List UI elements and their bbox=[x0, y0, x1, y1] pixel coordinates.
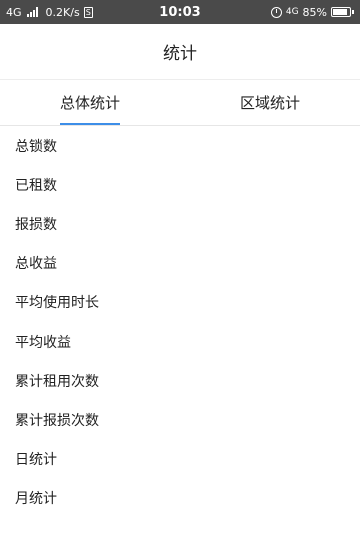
alarm-icon bbox=[270, 6, 282, 18]
signal-icon bbox=[26, 7, 38, 17]
list-item-total-locks[interactable]: 总锁数 bbox=[0, 126, 360, 165]
list-item-total-revenue[interactable]: 总收益 bbox=[0, 244, 360, 283]
tab-overall-stats[interactable]: 总体统计 bbox=[0, 80, 180, 125]
page-title: 统计 bbox=[163, 44, 197, 64]
tab-label: 总体统计 bbox=[59, 94, 120, 112]
list-item-label: 累计报损次数 bbox=[15, 412, 99, 429]
list-item-damaged-count[interactable]: 报损数 bbox=[0, 204, 360, 243]
title-bar: 统计 bbox=[0, 24, 360, 80]
battery-percent: 85% bbox=[302, 5, 327, 19]
network-type: 4G bbox=[6, 5, 22, 19]
list-item-label: 已租数 bbox=[15, 177, 57, 194]
sim-badge: S bbox=[83, 6, 93, 18]
tab-region-stats[interactable]: 区域统计 bbox=[180, 80, 360, 125]
battery-icon bbox=[331, 7, 354, 17]
tab-label: 区域统计 bbox=[239, 94, 300, 112]
list-item-cumulative-rentals[interactable]: 累计租用次数 bbox=[0, 361, 360, 400]
status-right: 4G 85% bbox=[270, 5, 354, 19]
network-type-right: 4G bbox=[285, 7, 299, 17]
battery-fill bbox=[333, 9, 347, 15]
status-left: 4G 0.2K/s S bbox=[6, 6, 93, 19]
list-item-cumulative-damage-reports[interactable]: 累计报损次数 bbox=[0, 400, 360, 439]
network-speed: 0.2K/s bbox=[45, 5, 80, 19]
status-bar: 4G 0.2K/s S 10:03 4G 85% bbox=[0, 0, 360, 24]
list-item-label: 报损数 bbox=[15, 216, 57, 233]
list-item-avg-revenue[interactable]: 平均收益 bbox=[0, 322, 360, 361]
list-item-label: 总锁数 bbox=[15, 138, 57, 155]
list-item-label: 总收益 bbox=[15, 256, 57, 273]
list-item-label: 平均收益 bbox=[15, 334, 71, 351]
list-item-avg-usage-time[interactable]: 平均使用时长 bbox=[0, 283, 360, 322]
stats-list: 总锁数 已租数 报损数 总收益 平均使用时长 平均收益 累计租用次数 累计报损次… bbox=[0, 126, 360, 518]
list-item-label: 月统计 bbox=[15, 491, 57, 508]
tab-bar: 总体统计 区域统计 bbox=[0, 80, 360, 126]
list-item-monthly-stats[interactable]: 月统计 bbox=[0, 479, 360, 518]
list-item-label: 日统计 bbox=[15, 452, 57, 469]
list-item-label: 累计租用次数 bbox=[15, 373, 99, 390]
list-item-label: 平均使用时长 bbox=[15, 295, 99, 312]
list-item-rented-count[interactable]: 已租数 bbox=[0, 165, 360, 204]
list-item-daily-stats[interactable]: 日统计 bbox=[0, 440, 360, 479]
